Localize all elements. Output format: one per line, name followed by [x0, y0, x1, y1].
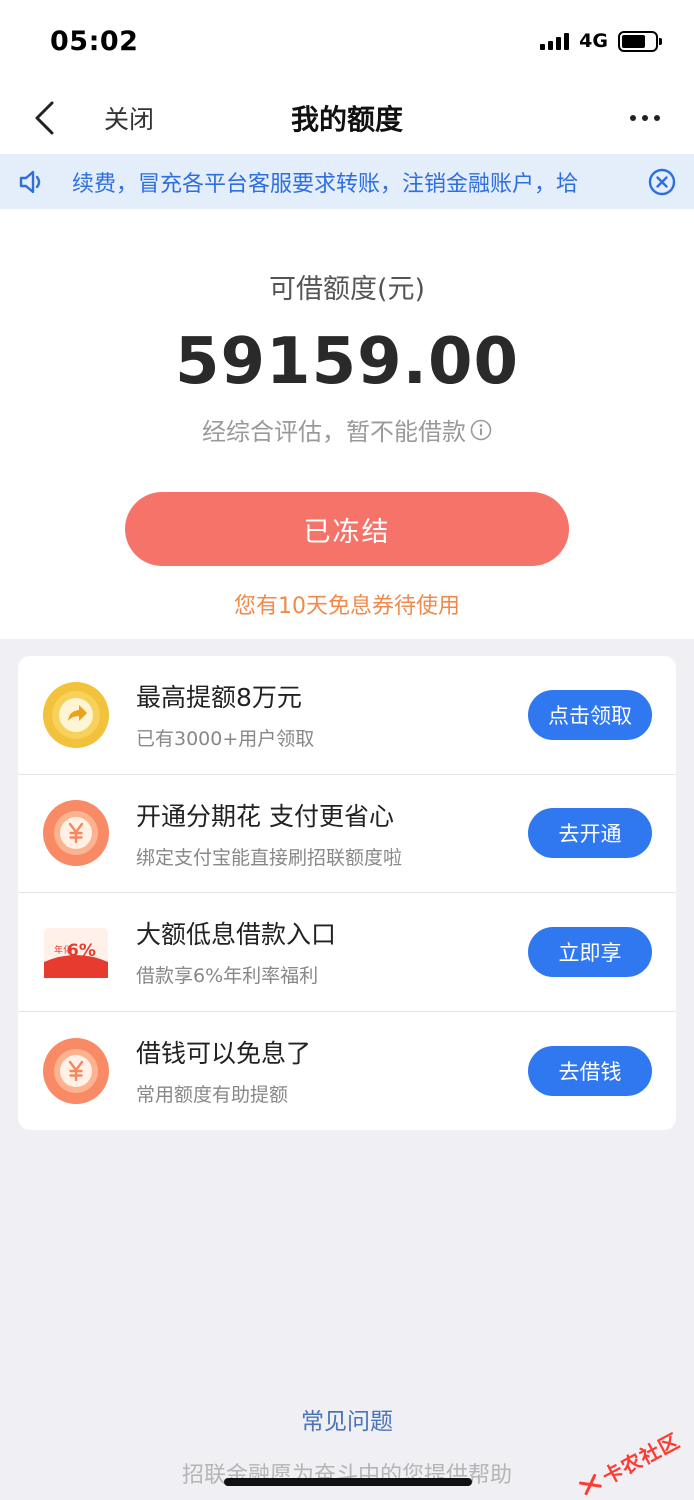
notice-bar: 续费，冒充各平台客服要求转账，注销金融账户，垥 — [0, 154, 694, 209]
offers-card: 最高提额8万元 已有3000+用户领取 点击领取 开通分期花 支付更省心 绑定支… — [18, 656, 676, 1130]
red-envelope-icon: 年化 6% — [44, 927, 108, 978]
notice-text: 续费，冒充各平台客服要求转账，注销金融账户，垥 — [72, 171, 579, 197]
watermark-logo-icon — [578, 1473, 602, 1495]
status-indicators: 4G — [540, 30, 662, 52]
quota-label: 可借额度(元) — [268, 274, 426, 305]
offer-desc: 绑定支付宝能直接刷招联额度啦 — [136, 846, 403, 869]
frozen-button[interactable]: 已冻结 — [125, 492, 569, 566]
battery-icon — [618, 30, 662, 52]
quota-amount: 59159.00 — [174, 325, 520, 399]
yuan-coin-icon — [43, 1037, 109, 1104]
offer-desc: 常用额度有助提额 — [136, 1084, 289, 1107]
offer-text: 借钱可以免息了 常用额度有助提额 — [136, 1034, 528, 1107]
offer-title: 大额低息借款入口 — [136, 920, 337, 950]
enjoy-button[interactable]: 立即享 — [528, 926, 652, 977]
claim-button[interactable]: 点击领取 — [528, 689, 652, 740]
offer-text: 开通分期花 支付更省心 绑定支付宝能直接刷招联额度啦 — [136, 797, 528, 870]
offer-row[interactable]: 借钱可以免息了 常用额度有助提额 去借钱 — [18, 1012, 676, 1131]
offer-title: 开通分期花 支付更省心 — [136, 801, 394, 831]
offer-row[interactable]: 开通分期花 支付更省心 绑定支付宝能直接刷招联额度啦 去开通 — [18, 775, 676, 893]
more-icon[interactable] — [630, 104, 660, 132]
offer-text: 大额低息借款入口 借款享6%年利率福利 — [136, 915, 528, 988]
signal-icon — [540, 32, 570, 50]
close-button[interactable]: 关闭 — [104, 100, 154, 136]
offer-title: 借钱可以免息了 — [136, 1039, 312, 1069]
borrow-button[interactable]: 去借钱 — [528, 1045, 652, 1096]
activate-button[interactable]: 去开通 — [528, 808, 652, 859]
arrow-coin-icon — [43, 681, 109, 748]
speaker-icon — [19, 170, 41, 193]
offer-row[interactable]: 年化 6% 大额低息借款入口 借款享6%年利率福利 立即享 — [18, 893, 676, 1012]
close-circle-icon[interactable] — [648, 168, 676, 196]
info-icon[interactable] — [470, 419, 492, 441]
offer-desc: 已有3000+用户领取 — [136, 728, 315, 751]
badge-rate-text: 6% — [67, 941, 96, 961]
nav-bar: 关闭 我的额度 — [0, 82, 694, 154]
offer-text: 最高提额8万元 已有3000+用户领取 — [136, 678, 528, 751]
quota-section: 可借额度(元) 59159.00 经综合评估，暂不能借款 已冻结 您有10天免息… — [0, 209, 694, 639]
home-indicator[interactable] — [224, 1478, 472, 1486]
offer-desc: 借款享6%年利率福利 — [136, 965, 319, 988]
status-time: 05:02 — [50, 25, 139, 57]
coupon-link[interactable]: 您有10天免息券待使用 — [0, 588, 694, 620]
offer-title: 最高提额8万元 — [136, 683, 302, 713]
top-section: 05:02 4G 关闭 我的额度 — [0, 0, 694, 154]
network-type: 4G — [579, 30, 608, 52]
offer-row[interactable]: 最高提额8万元 已有3000+用户领取 点击领取 — [18, 656, 676, 775]
faq-link[interactable]: 常见问题 — [0, 1402, 694, 1436]
quota-status-text: 经综合评估，暂不能借款 — [202, 418, 466, 446]
quota-status: 经综合评估，暂不能借款 — [0, 412, 694, 447]
yuan-coin-icon — [43, 800, 109, 867]
back-icon[interactable] — [30, 98, 58, 138]
status-bar: 05:02 4G — [0, 0, 694, 82]
